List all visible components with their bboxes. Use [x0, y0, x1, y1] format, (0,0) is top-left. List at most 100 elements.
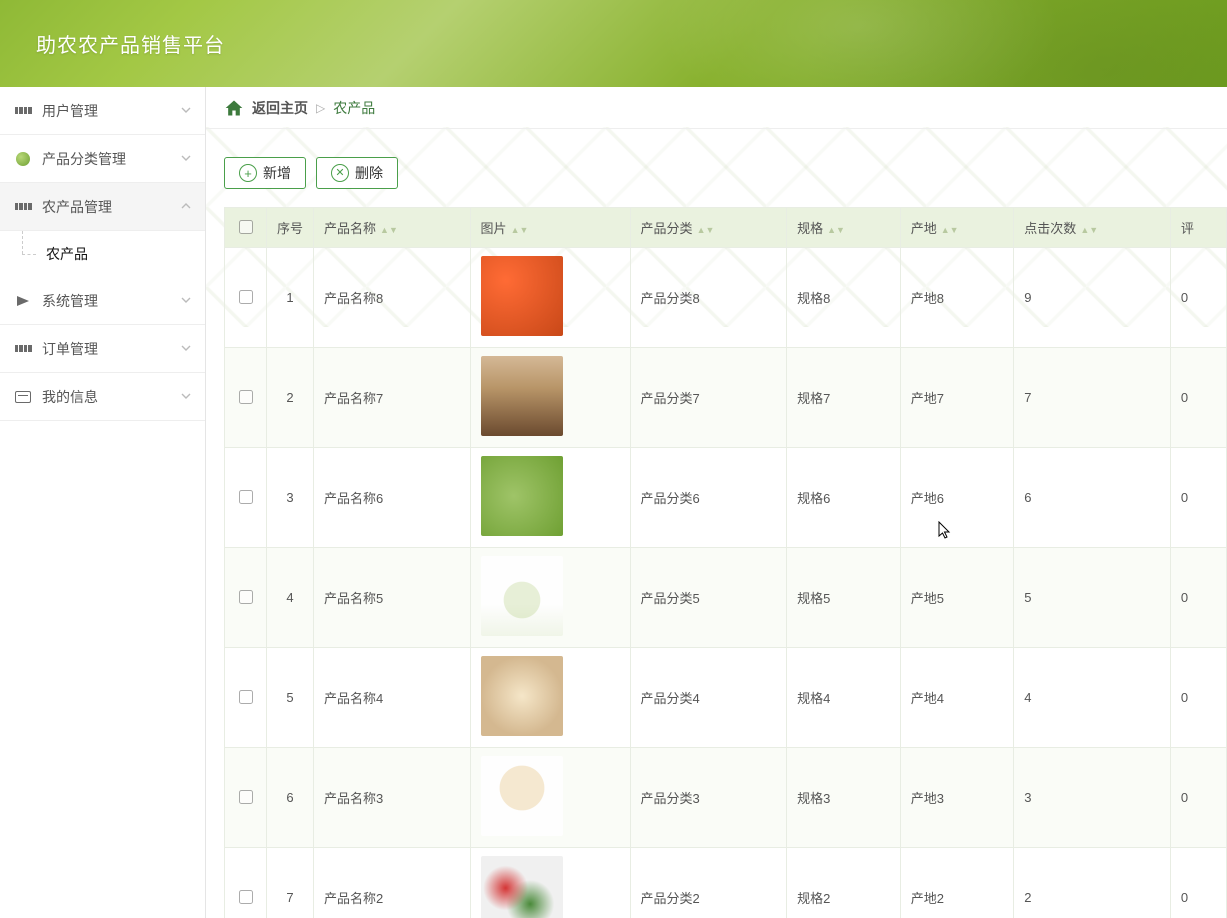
sidebar-subitem-label: 农产品 [46, 244, 88, 264]
plus-icon: + [239, 164, 257, 182]
cell-extra: 0 [1170, 648, 1226, 748]
sort-icon: ▲▼ [697, 227, 715, 233]
cell-category: 产品分类5 [630, 548, 787, 648]
col-spec[interactable]: 规格▲▼ [787, 208, 901, 248]
cell-index: 5 [267, 648, 314, 748]
delete-button[interactable]: ✕ 删除 [316, 157, 398, 189]
cell-origin: 产地5 [900, 548, 1014, 648]
cell-spec: 规格2 [787, 848, 901, 918]
table-row: 1产品名称8产品分类8规格8产地890 [225, 248, 1227, 348]
sidebar-item-label: 农产品管理 [42, 197, 181, 217]
chevron-down-icon [181, 390, 191, 404]
sidebar-item-label: 订单管理 [42, 339, 181, 359]
data-table-wrap: 序号 产品名称▲▼ 图片▲▼ 产品分类▲▼ 规格▲▼ 产地▲▼ 点击次数▲▼ 评… [206, 207, 1227, 918]
col-image[interactable]: 图片▲▼ [470, 208, 630, 248]
sort-icon: ▲▼ [380, 227, 398, 233]
cell-extra: 0 [1170, 348, 1226, 448]
cell-spec: 规格3 [787, 748, 901, 848]
table-row: 4产品名称5产品分类5规格5产地550 [225, 548, 1227, 648]
breadcrumb: 返回主页 ▷ 农产品 [206, 87, 1227, 129]
add-button[interactable]: + 新增 [224, 157, 306, 189]
sidebar-subitem-produce[interactable]: 农产品 [0, 231, 205, 277]
sidebar: 用户管理 产品分类管理 农产品管理 农产品 系统管理 [0, 87, 206, 918]
cell-name: 产品名称2 [314, 848, 471, 918]
toolbar: + 新增 ✕ 删除 [206, 129, 1227, 207]
sidebar-item-profile[interactable]: 我的信息 [0, 373, 205, 421]
breadcrumb-sep: ▷ [316, 101, 325, 115]
card-icon [14, 388, 32, 406]
cell-index: 4 [267, 548, 314, 648]
breadcrumb-home[interactable]: 返回主页 [252, 98, 308, 118]
product-thumbnail[interactable] [481, 756, 563, 836]
row-checkbox[interactable] [239, 590, 253, 604]
row-checkbox[interactable] [239, 690, 253, 704]
cell-image [470, 648, 630, 748]
cell-image [470, 548, 630, 648]
row-checkbox[interactable] [239, 290, 253, 304]
cell-category: 产品分类6 [630, 448, 787, 548]
cell-spec: 规格6 [787, 448, 901, 548]
cell-category: 产品分类3 [630, 748, 787, 848]
sidebar-item-orders[interactable]: 订单管理 [0, 325, 205, 373]
cell-origin: 产地3 [900, 748, 1014, 848]
cell-clicks: 4 [1014, 648, 1171, 748]
sidebar-item-category[interactable]: 产品分类管理 [0, 135, 205, 183]
sidebar-item-users[interactable]: 用户管理 [0, 87, 205, 135]
cell-category: 产品分类8 [630, 248, 787, 348]
col-category[interactable]: 产品分类▲▼ [630, 208, 787, 248]
product-thumbnail[interactable] [481, 856, 563, 918]
row-checkbox[interactable] [239, 790, 253, 804]
bulb-icon [14, 150, 32, 168]
cell-category: 产品分类4 [630, 648, 787, 748]
cell-index: 2 [267, 348, 314, 448]
cell-origin: 产地2 [900, 848, 1014, 918]
row-checkbox[interactable] [239, 390, 253, 404]
product-thumbnail[interactable] [481, 356, 563, 436]
col-origin[interactable]: 产地▲▼ [900, 208, 1014, 248]
sidebar-item-label: 我的信息 [42, 387, 181, 407]
cell-extra: 0 [1170, 848, 1226, 918]
sidebar-item-label: 产品分类管理 [42, 149, 181, 169]
select-all-checkbox[interactable] [239, 220, 253, 234]
app-title: 助农农产品销售平台 [36, 29, 225, 58]
cell-clicks: 9 [1014, 248, 1171, 348]
grid-icon [14, 102, 32, 120]
cell-origin: 产地6 [900, 448, 1014, 548]
chevron-up-icon [181, 200, 191, 214]
sidebar-item-products[interactable]: 农产品管理 [0, 183, 205, 231]
table-row: 5产品名称4产品分类4规格4产地440 [225, 648, 1227, 748]
col-clicks[interactable]: 点击次数▲▼ [1014, 208, 1171, 248]
col-name[interactable]: 产品名称▲▼ [314, 208, 471, 248]
cell-spec: 规格8 [787, 248, 901, 348]
sort-icon: ▲▼ [941, 227, 959, 233]
product-thumbnail[interactable] [481, 556, 563, 636]
row-checkbox[interactable] [239, 490, 253, 504]
cell-image [470, 848, 630, 918]
cell-index: 7 [267, 848, 314, 918]
row-checkbox[interactable] [239, 890, 253, 904]
cell-name: 产品名称3 [314, 748, 471, 848]
cell-index: 1 [267, 248, 314, 348]
grid-icon [14, 340, 32, 358]
product-thumbnail[interactable] [481, 656, 563, 736]
product-thumbnail[interactable] [481, 456, 563, 536]
table-row: 7产品名称2产品分类2规格2产地220 [225, 848, 1227, 918]
home-icon[interactable] [224, 98, 244, 118]
grid-icon [14, 198, 32, 216]
sidebar-item-system[interactable]: 系统管理 [0, 277, 205, 325]
cell-name: 产品名称5 [314, 548, 471, 648]
cell-name: 产品名称6 [314, 448, 471, 548]
cell-origin: 产地4 [900, 648, 1014, 748]
product-thumbnail[interactable] [481, 256, 563, 336]
col-index[interactable]: 序号 [267, 208, 314, 248]
sort-icon: ▲▼ [827, 227, 845, 233]
cell-category: 产品分类2 [630, 848, 787, 918]
cell-name: 产品名称7 [314, 348, 471, 448]
cell-clicks: 7 [1014, 348, 1171, 448]
cell-category: 产品分类7 [630, 348, 787, 448]
col-extra[interactable]: 评 [1170, 208, 1226, 248]
cell-name: 产品名称4 [314, 648, 471, 748]
sort-icon: ▲▼ [1080, 227, 1098, 233]
main-content: 返回主页 ▷ 农产品 + 新增 ✕ 删除 [206, 87, 1227, 918]
cell-name: 产品名称8 [314, 248, 471, 348]
